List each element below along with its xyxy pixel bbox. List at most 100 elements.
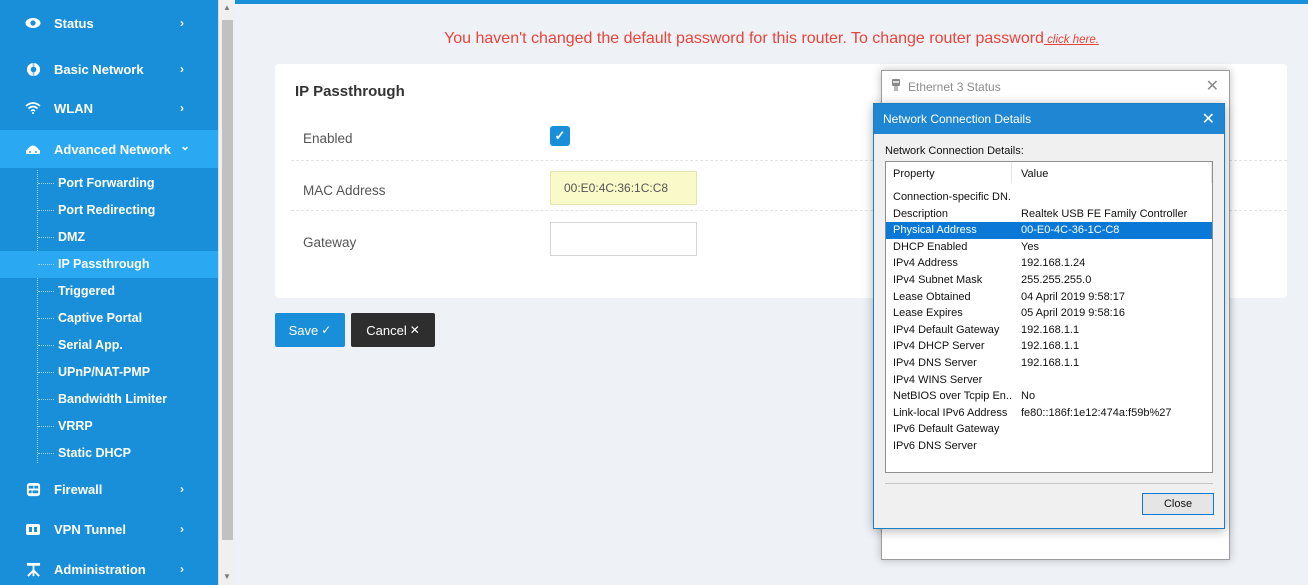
details-list[interactable]: Property Value Connection-specific DN...… xyxy=(885,161,1213,473)
scroll-down-arrow-icon[interactable]: ▼ xyxy=(219,569,235,585)
value-cell: Yes xyxy=(1021,240,1039,253)
scroll-up-arrow-icon[interactable]: ▲ xyxy=(219,0,235,16)
close-icon: ✕ xyxy=(409,323,420,337)
sidebar-subitem-label: Captive Portal xyxy=(58,311,143,325)
gateway-label: Gateway xyxy=(303,235,357,250)
wifi-icon xyxy=(25,100,41,116)
eye-icon xyxy=(25,15,41,31)
dialog-divider xyxy=(885,483,1213,484)
sidebar-item-administration[interactable]: Administration › xyxy=(0,550,218,585)
sidebar-subitem-bandwidth-limiter[interactable]: Bandwidth Limiter xyxy=(0,386,218,413)
sidebar-subitem-label: Static DHCP xyxy=(58,446,131,460)
sidebar-subitem-vrrp[interactable]: VRRP xyxy=(0,413,218,440)
sidebar-item-advanced-network[interactable]: Advanced Network ⌄ xyxy=(0,130,218,168)
admin-icon xyxy=(25,561,41,577)
list-item[interactable]: Connection-specific DN... xyxy=(886,189,1212,206)
sidebar-item-status[interactable]: Status › xyxy=(0,4,218,42)
ethernet-window-title: Ethernet 3 Status xyxy=(908,80,1001,94)
list-item[interactable]: DHCP Enabled Yes xyxy=(886,239,1212,256)
value-cell: 192.168.1.1 xyxy=(1021,357,1080,369)
chevron-right-icon: › xyxy=(180,101,184,115)
property-cell: IPv6 Default Gateway xyxy=(893,423,1000,436)
sidebar-subitem-label: Bandwidth Limiter xyxy=(58,392,168,406)
chevron-right-icon: › xyxy=(180,62,184,76)
list-item[interactable]: Lease Expires 05 April 2019 9:58:16 xyxy=(886,305,1212,322)
value-cell: No xyxy=(1021,390,1036,403)
sidebar-subitem-label: IP Passthrough xyxy=(58,257,150,271)
chevron-right-icon: › xyxy=(180,562,184,576)
property-cell: NetBIOS over Tcpip En... xyxy=(893,390,1011,403)
value-cell: 192.168.1.1 xyxy=(1021,340,1080,353)
list-item[interactable]: Lease Obtained 04 April 2019 9:58:17 xyxy=(886,289,1212,306)
tree-branch xyxy=(38,372,54,373)
property-cell: Lease Expires xyxy=(893,307,963,320)
list-item[interactable]: IPv4 Default Gateway 192.168.1.1 xyxy=(886,322,1212,339)
list-item[interactable]: IPv4 DNS Server 192.168.1.1 xyxy=(886,355,1212,372)
list-item[interactable]: NetBIOS over Tcpip En... No xyxy=(886,388,1212,405)
list-item[interactable]: IPv6 DNS Server xyxy=(886,438,1212,455)
sidebar-scrollbar[interactable]: ▲ ▼ xyxy=(218,0,235,585)
sidebar-item-basic-network[interactable]: Basic Network › xyxy=(0,50,218,88)
sidebar-subitem-port-forwarding[interactable]: Port Forwarding xyxy=(0,170,218,197)
sidebar-item-label: Basic Network xyxy=(54,61,144,77)
list-item[interactable]: IPv4 Subnet Mask 255.255.255.0 xyxy=(886,272,1212,289)
change-password-link[interactable]: click here. xyxy=(1044,34,1099,46)
column-header-value[interactable]: Value xyxy=(1012,162,1212,183)
sidebar-subitem-ip-passthrough[interactable]: IP Passthrough xyxy=(0,251,218,278)
chevron-right-icon: › xyxy=(180,482,184,496)
sidebar-item-firewall[interactable]: Firewall › xyxy=(0,470,218,508)
sidebar-item-label: Status xyxy=(54,15,94,31)
value-cell: 192.168.1.1 xyxy=(1021,323,1080,336)
sidebar-item-vpn-tunnel[interactable]: VPN Tunnel › xyxy=(0,510,218,548)
sidebar-subitem-serial-app[interactable]: Serial App. xyxy=(0,332,218,359)
column-header-property[interactable]: Property xyxy=(886,162,1012,183)
list-item-selected[interactable]: Physical Address 00-E0-4C-36-1C-C8 xyxy=(886,222,1212,239)
firewall-icon xyxy=(25,481,41,497)
tree-branch xyxy=(38,291,54,292)
property-cell: Lease Obtained xyxy=(893,290,971,303)
enabled-label: Enabled xyxy=(303,131,353,146)
property-cell: IPv4 Address xyxy=(893,257,958,270)
cancel-button-label: Cancel xyxy=(366,322,407,338)
dialog-titlebar[interactable]: Network Connection Details ✕ xyxy=(874,104,1224,134)
list-item[interactable]: Link-local IPv6 Address fe80::186f:1e12:4… xyxy=(886,405,1212,422)
close-icon[interactable]: ✕ xyxy=(1202,109,1215,129)
network-details-dialog: Network Connection Details ✕ Network Con… xyxy=(873,103,1225,529)
tree-branch xyxy=(38,183,54,184)
dialog-title: Network Connection Details xyxy=(883,112,1032,126)
list-item[interactable]: IPv4 WINS Server xyxy=(886,372,1212,389)
list-item[interactable]: IPv4 DHCP Server 192.168.1.1 xyxy=(886,338,1212,355)
chevron-down-icon: ⌄ xyxy=(180,139,191,153)
sidebar-subitem-triggered[interactable]: Triggered xyxy=(0,278,218,305)
sidebar-subitem-static-dhcp[interactable]: Static DHCP xyxy=(0,440,218,467)
vpn-icon xyxy=(25,521,41,537)
cancel-button[interactable]: Cancel ✕ xyxy=(351,313,435,347)
dialog-subtitle: Network Connection Details: xyxy=(885,145,1024,157)
sidebar-subitem-label: Triggered xyxy=(58,284,115,298)
sidebar-item-label: Advanced Network xyxy=(54,141,172,157)
mac-address-input[interactable] xyxy=(550,171,697,205)
tree-branch xyxy=(38,453,54,454)
save-button-label: Save xyxy=(288,322,319,338)
sidebar-subitem-label: UPnP/NAT-PMP xyxy=(58,365,151,379)
list-item[interactable]: Description Realtek USB FE Family Control… xyxy=(886,206,1212,223)
sidebar-subitem-dmz[interactable]: DMZ xyxy=(0,224,218,251)
sidebar-subitem-port-redirecting[interactable]: Port Redirecting xyxy=(0,197,218,224)
scroll-thumb[interactable] xyxy=(222,20,233,540)
value-cell: Realtek USB FE Family Controller xyxy=(1021,207,1188,220)
property-cell: Link-local IPv6 Address xyxy=(893,406,1008,419)
property-cell: Description xyxy=(893,207,949,220)
property-cell: Connection-specific DN... xyxy=(893,191,1011,203)
list-item[interactable]: IPv6 Default Gateway xyxy=(886,421,1212,438)
gateway-input[interactable] xyxy=(550,222,697,256)
save-button[interactable]: Save ✓ xyxy=(275,313,345,347)
sidebar-subitem-captive-portal[interactable]: Captive Portal xyxy=(0,305,218,332)
sidebar-subitem-upnp-nat-pmp[interactable]: UPnP/NAT-PMP xyxy=(0,359,218,386)
close-button[interactable]: Close xyxy=(1142,493,1214,515)
enabled-checkbox[interactable]: ✓ xyxy=(550,126,570,146)
list-item[interactable]: IPv4 Address 192.168.1.24 xyxy=(886,255,1212,272)
sidebar-subitem-label: Serial App. xyxy=(58,338,123,352)
close-icon[interactable]: ✕ xyxy=(1206,76,1219,96)
sidebar-item-label: WLAN xyxy=(54,100,93,116)
sidebar-item-wlan[interactable]: WLAN › xyxy=(0,89,218,127)
